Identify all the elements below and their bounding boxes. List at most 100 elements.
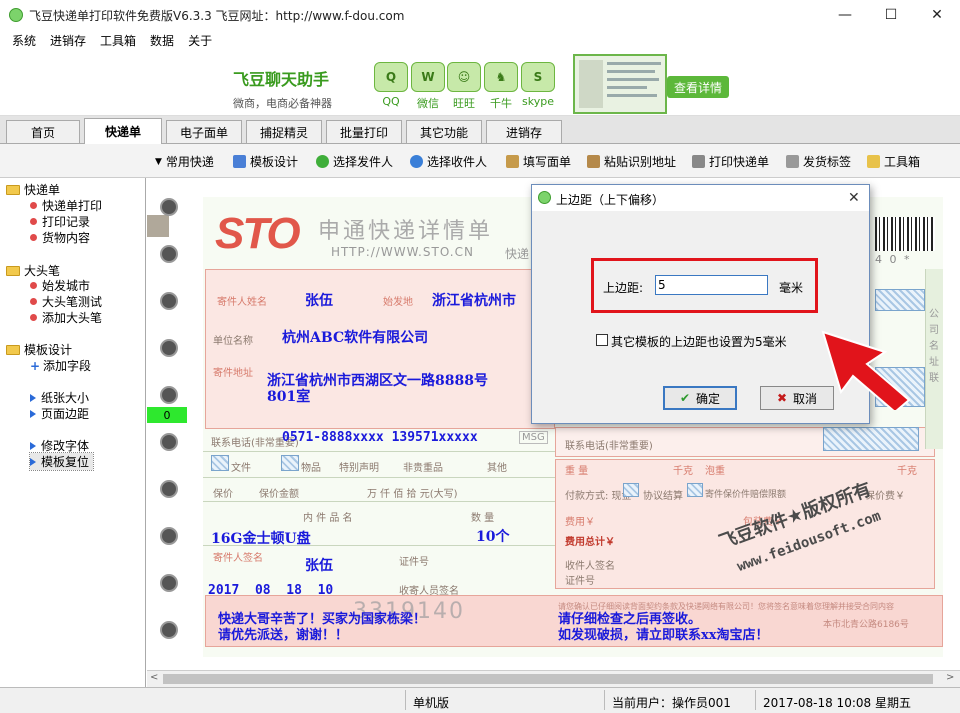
sidebar-item-add-field[interactable]: + 添加字段 xyxy=(30,357,91,374)
close-button[interactable]: ✕ xyxy=(914,0,960,30)
sidebar-item-label: 大头笔测试 xyxy=(42,295,103,309)
sidebar-group-label: 快递单 xyxy=(24,183,61,197)
choose-receiver-label: 选择收件人 xyxy=(427,155,488,169)
sidebar-item-label: 添加大头笔 xyxy=(42,311,103,325)
scroll-right-icon[interactable]: > xyxy=(946,672,954,683)
folder-icon xyxy=(6,184,20,195)
pencil-icon xyxy=(506,155,519,168)
sender-name-value[interactable]: 张伍 xyxy=(305,290,333,310)
status-separator xyxy=(755,690,756,710)
sidebar-item-print[interactable]: 快递单打印 xyxy=(30,197,102,214)
tab-electronic[interactable]: 电子面单 xyxy=(166,120,242,143)
wechat-icon[interactable]: W xyxy=(411,62,445,92)
menu-about[interactable]: 关于 xyxy=(188,32,212,49)
label-fee: 费用￥ xyxy=(565,517,595,528)
maximize-button[interactable]: ☐ xyxy=(868,0,914,30)
date-value[interactable]: 2017 08 18 10 xyxy=(208,583,333,598)
sidebar-item-reset[interactable]: 模板复位 xyxy=(28,452,95,471)
print-waybill-button[interactable]: 打印快递单 xyxy=(692,153,769,170)
sidebar-item-add-marker[interactable]: 添加大头笔 xyxy=(30,309,102,326)
person-green-icon xyxy=(316,155,329,168)
choose-receiver-button[interactable]: 选择收件人 xyxy=(410,153,487,170)
paste-address-label: 粘贴识别地址 xyxy=(604,155,677,169)
choose-sender-button[interactable]: 选择发件人 xyxy=(316,153,393,170)
tab-capture[interactable]: 捕捉精灵 xyxy=(246,120,322,143)
window-title: 飞豆快递单打印软件免费版V6.3.3 飞豆网址：http://www.f-dou… xyxy=(29,9,405,23)
top-margin-input[interactable] xyxy=(655,275,768,295)
sidebar-item-paper-size[interactable]: 纸张大小 xyxy=(30,389,89,406)
ad-label-wechat: 微信 xyxy=(417,97,439,110)
pinhole xyxy=(160,574,178,592)
minimize-button[interactable]: — xyxy=(822,0,868,30)
label-insure-amount: 保价金额 xyxy=(259,489,299,500)
scroll-thumb[interactable] xyxy=(163,674,933,684)
dot-icon xyxy=(30,298,37,305)
label-insure: 保价 xyxy=(213,489,233,500)
barcode-suffix: 4 0 * xyxy=(875,253,912,266)
wangwang-icon[interactable]: ☺ xyxy=(447,62,481,92)
tab-express[interactable]: 快递单 xyxy=(84,118,162,144)
tab-batch-print[interactable]: 批量打印 xyxy=(326,120,402,143)
signer-value[interactable]: 张伍 xyxy=(305,555,333,575)
qq-icon[interactable]: Q xyxy=(374,62,408,92)
menu-data[interactable]: 数据 xyxy=(150,32,174,49)
ad-title[interactable]: 飞豆聊天助手 xyxy=(233,66,329,90)
sidebar-item-label: 纸张大小 xyxy=(41,391,90,405)
label-amount-units: 万 仟 佰 拾 元(大写) xyxy=(367,489,458,500)
fill-waybill-button[interactable]: 填写面单 xyxy=(506,153,571,170)
label-total: 费用总计￥ xyxy=(565,537,615,548)
phone-value[interactable]: 0571-8888xxxx 139571xxxxx xyxy=(282,430,478,445)
sidebar-item-records[interactable]: 打印记录 xyxy=(30,213,90,230)
shipping-label-button[interactable]: 发货标签 xyxy=(786,153,851,170)
common-express-button[interactable]: ▼ 常用快递 xyxy=(155,153,214,170)
msg-badge: MSG xyxy=(519,431,548,444)
sidebar-item-font[interactable]: 修改字体 xyxy=(30,437,89,454)
ok-button[interactable]: ✔ 确定 xyxy=(663,386,737,410)
tab-home[interactable]: 首页 xyxy=(6,120,80,143)
menu-toolbox[interactable]: 工具箱 xyxy=(100,32,136,49)
sidebar-item-marker-test[interactable]: 大头笔测试 xyxy=(30,293,102,310)
hatch-receiver-c xyxy=(823,427,919,451)
horizontal-scrollbar[interactable]: < > xyxy=(147,670,960,687)
label-cert2: 证件号 xyxy=(565,576,595,587)
note1-line2[interactable]: 请优先派送，谢谢！！ xyxy=(218,624,348,643)
dot-icon xyxy=(30,234,37,241)
app-icon xyxy=(9,8,23,22)
item-value[interactable]: 16G金士顿U盘 xyxy=(211,528,311,548)
sidebar-group-template[interactable]: 模板设计 xyxy=(6,341,72,358)
sidebar-item-goods[interactable]: 货物内容 xyxy=(30,229,90,246)
qianniu-icon[interactable]: ♞ xyxy=(484,62,518,92)
apply-all-checkbox[interactable] xyxy=(596,334,608,346)
ruler-marker[interactable]: 0 xyxy=(147,407,187,423)
cross-icon: ✖ xyxy=(776,391,788,405)
label-address: 寄件地址 xyxy=(213,368,253,379)
tab-other[interactable]: 其它功能 xyxy=(406,120,482,143)
status-separator xyxy=(405,690,406,710)
address-line2-value[interactable]: 801室 xyxy=(267,386,310,406)
pinhole xyxy=(160,292,178,310)
skype-icon[interactable]: S xyxy=(521,62,555,92)
quantity-value[interactable]: 10个 xyxy=(476,526,509,546)
template-design-button[interactable]: 模板设计 xyxy=(233,153,298,170)
label-other: 其他 xyxy=(487,463,507,474)
note2-line2[interactable]: 如发现破损，请立即联系xx淘宝店！ xyxy=(558,624,769,643)
ruler-block xyxy=(147,215,169,237)
menu-inventory[interactable]: 进销存 xyxy=(50,32,86,49)
toolbox-button[interactable]: 工具箱 xyxy=(867,153,920,170)
sidebar-group-express[interactable]: 快递单 xyxy=(6,181,60,198)
sidebar-item-origin-city[interactable]: 始发城市 xyxy=(30,277,90,294)
menu-system[interactable]: 系统 xyxy=(12,32,36,49)
scroll-left-icon[interactable]: < xyxy=(150,672,158,683)
paste-address-button[interactable]: 粘贴识别地址 xyxy=(587,153,676,170)
origin-value[interactable]: 浙江省杭州市 xyxy=(432,290,516,310)
sidebar-item-label: 模板复位 xyxy=(41,455,90,469)
pinhole xyxy=(160,198,178,216)
apply-all-label[interactable]: 其它模板的上边距也设置为5毫米 xyxy=(611,333,787,350)
dialog-close-icon[interactable]: ✕ xyxy=(848,190,860,206)
choose-sender-label: 选择发件人 xyxy=(333,155,394,169)
sidebar-item-page-margin[interactable]: 页面边距 xyxy=(30,405,89,422)
company-value[interactable]: 杭州ABC软件有限公司 xyxy=(282,327,428,347)
view-details-button[interactable]: 查看详情 xyxy=(667,76,729,98)
tab-inventory[interactable]: 进销存 xyxy=(486,120,562,143)
pinhole xyxy=(160,433,178,451)
